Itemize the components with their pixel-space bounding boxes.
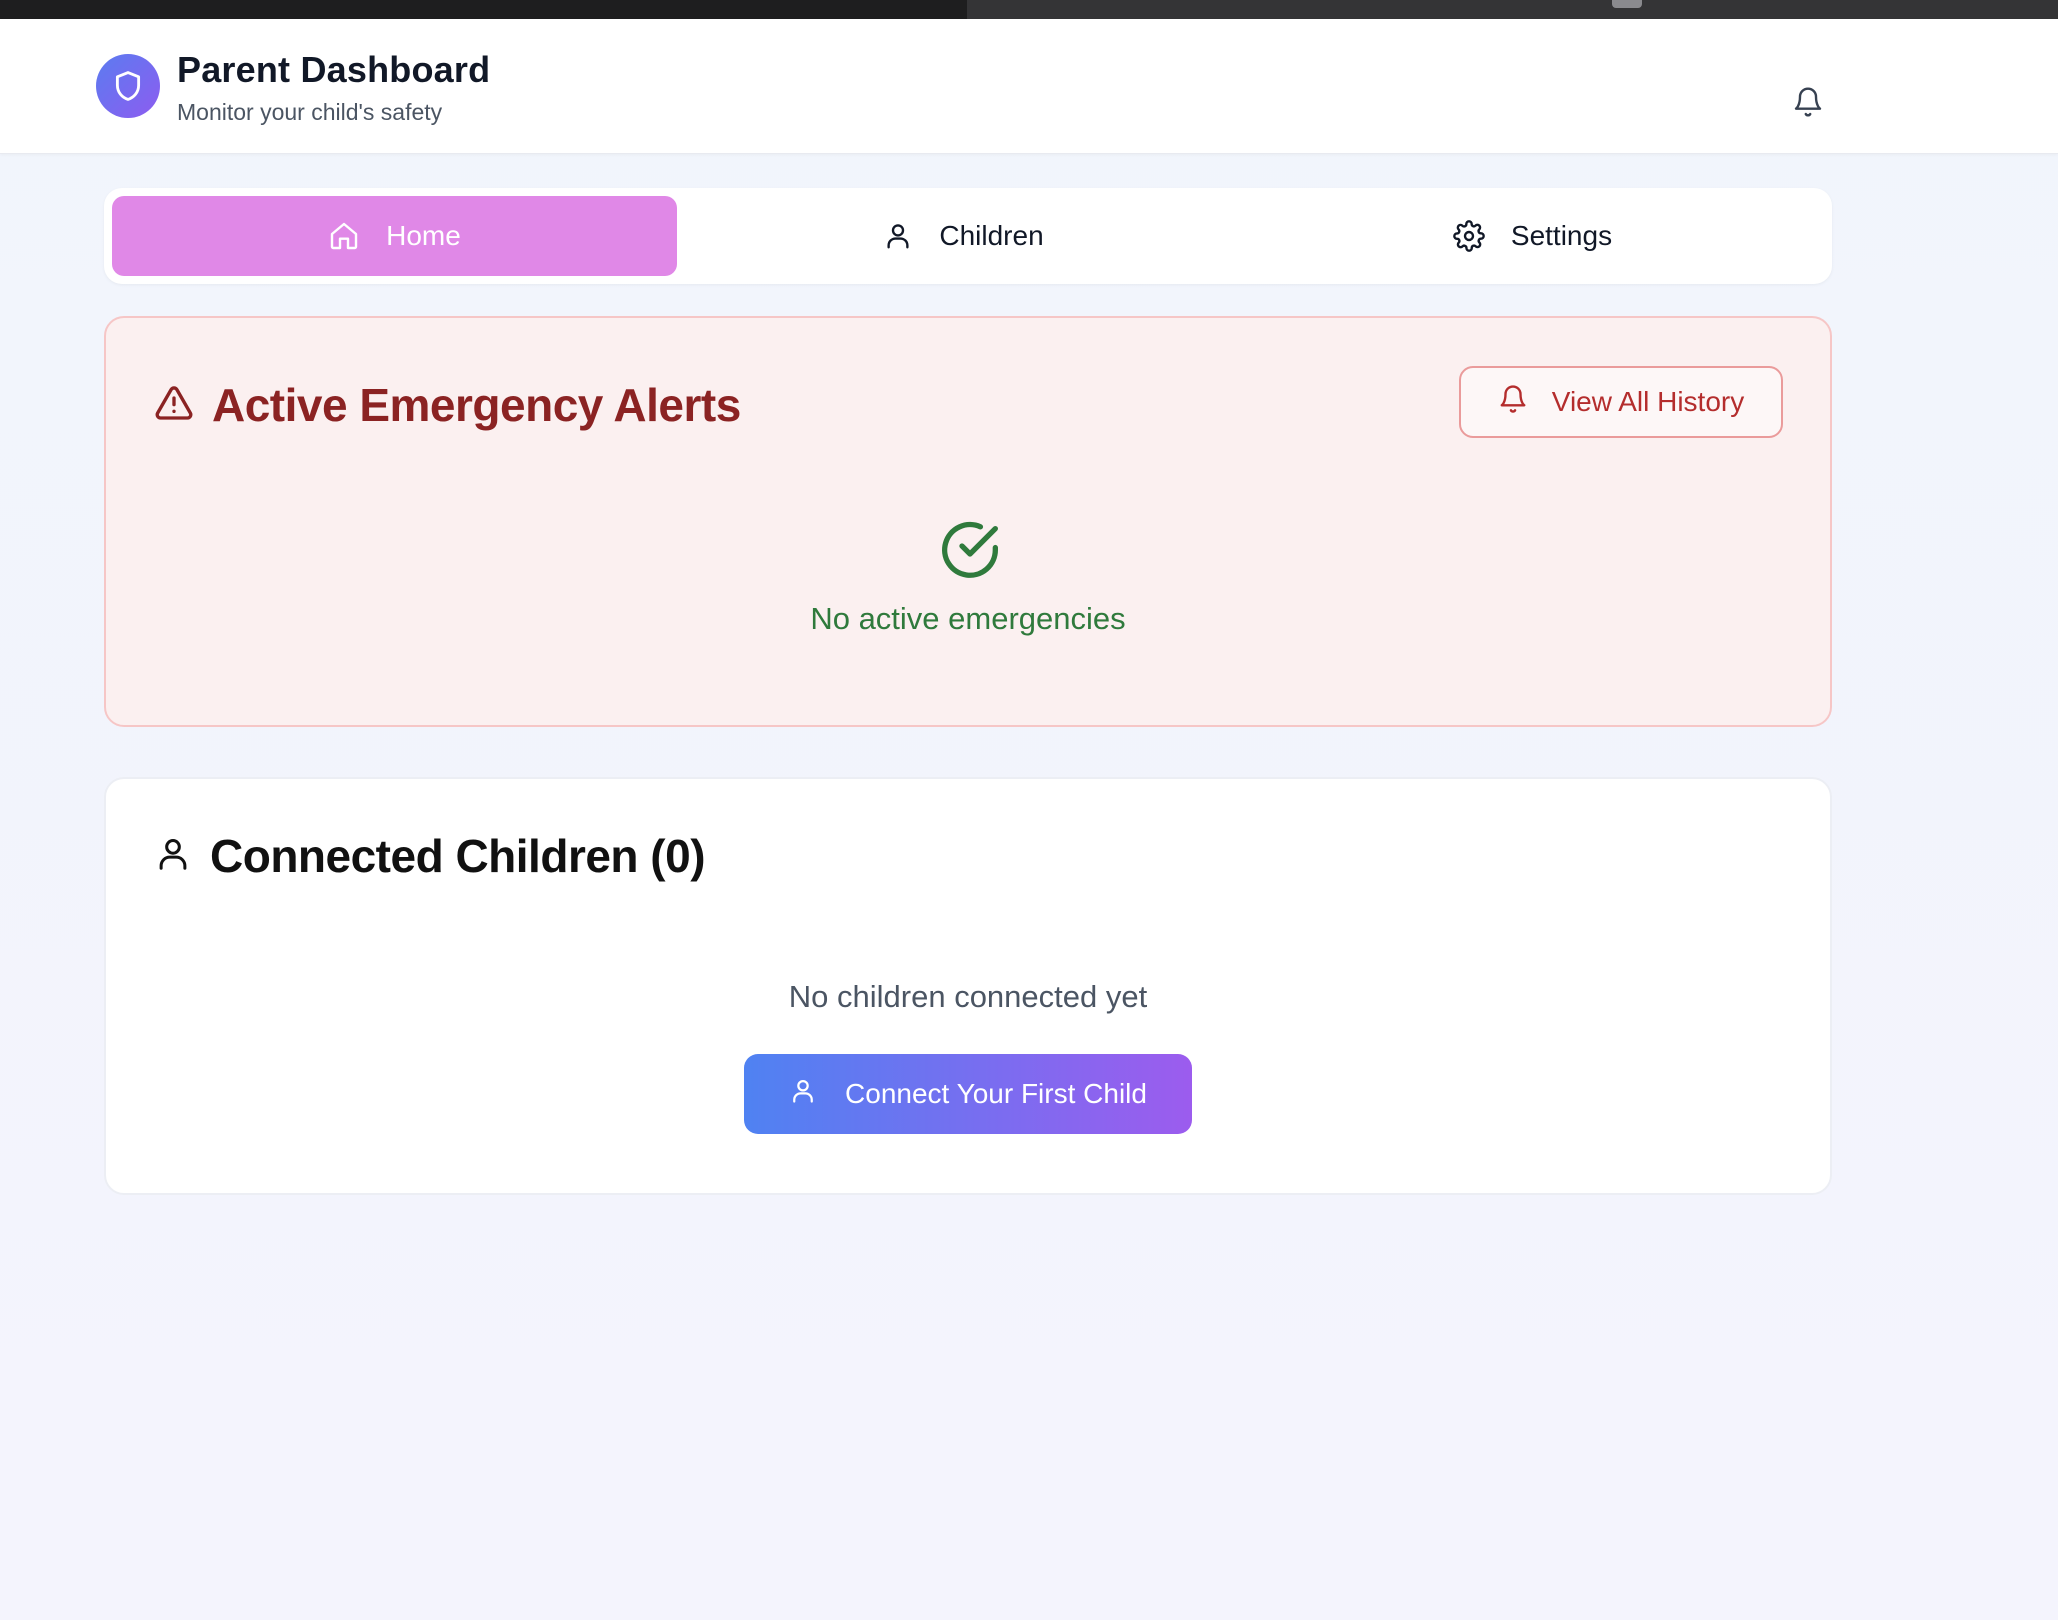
main-tabs: Home Children Settings	[104, 188, 1832, 284]
tab-home[interactable]: Home	[112, 196, 677, 276]
warning-icon	[154, 383, 194, 428]
browser-top-strip-right	[967, 0, 2058, 19]
emergency-alerts-card: Active Emergency Alerts View All History…	[104, 316, 1832, 727]
gear-icon	[1453, 220, 1485, 252]
app-page: Parent Dashboard Monitor your child's sa…	[0, 19, 2058, 1620]
view-all-history-button[interactable]: View All History	[1459, 366, 1783, 438]
tab-home-label: Home	[386, 220, 461, 251]
shield-icon	[96, 54, 160, 118]
browser-top-strip	[0, 0, 2058, 19]
no-emergencies-text: No active emergencies	[810, 601, 1126, 636]
tab-settings-label: Settings	[1510, 220, 1613, 251]
no-children-text: No children connected yet	[788, 979, 1148, 1014]
page-title: Parent Dashboard	[177, 49, 491, 90]
tab-children[interactable]: Children	[681, 196, 1246, 276]
user-icon	[883, 220, 913, 252]
connect-first-child-button[interactable]: Connect Your First Child	[744, 1054, 1192, 1134]
tab-settings[interactable]: Settings	[1250, 196, 1815, 276]
notifications-bell-icon[interactable]	[1791, 84, 1825, 120]
connected-children-card: Connected Children (0) No children conne…	[104, 777, 1832, 1195]
bell-icon	[1498, 383, 1528, 422]
page-subtitle: Monitor your child's safety	[177, 99, 443, 125]
tab-children-label: Children	[939, 220, 1044, 251]
home-icon	[328, 220, 360, 252]
app-header: Parent Dashboard Monitor your child's sa…	[0, 19, 2058, 154]
alerts-heading: Active Emergency Alerts	[154, 378, 741, 432]
alerts-title: Active Emergency Alerts	[212, 379, 741, 431]
connect-first-child-label: Connect Your First Child	[845, 1078, 1147, 1109]
view-all-history-label: View All History	[1551, 386, 1745, 417]
children-title: Connected Children (0)	[210, 830, 706, 882]
children-heading: Connected Children (0)	[154, 829, 706, 883]
user-icon	[789, 1076, 817, 1113]
browser-tab-indicator	[1612, 0, 1642, 8]
user-icon	[154, 834, 192, 879]
check-circle-icon	[938, 518, 1002, 582]
